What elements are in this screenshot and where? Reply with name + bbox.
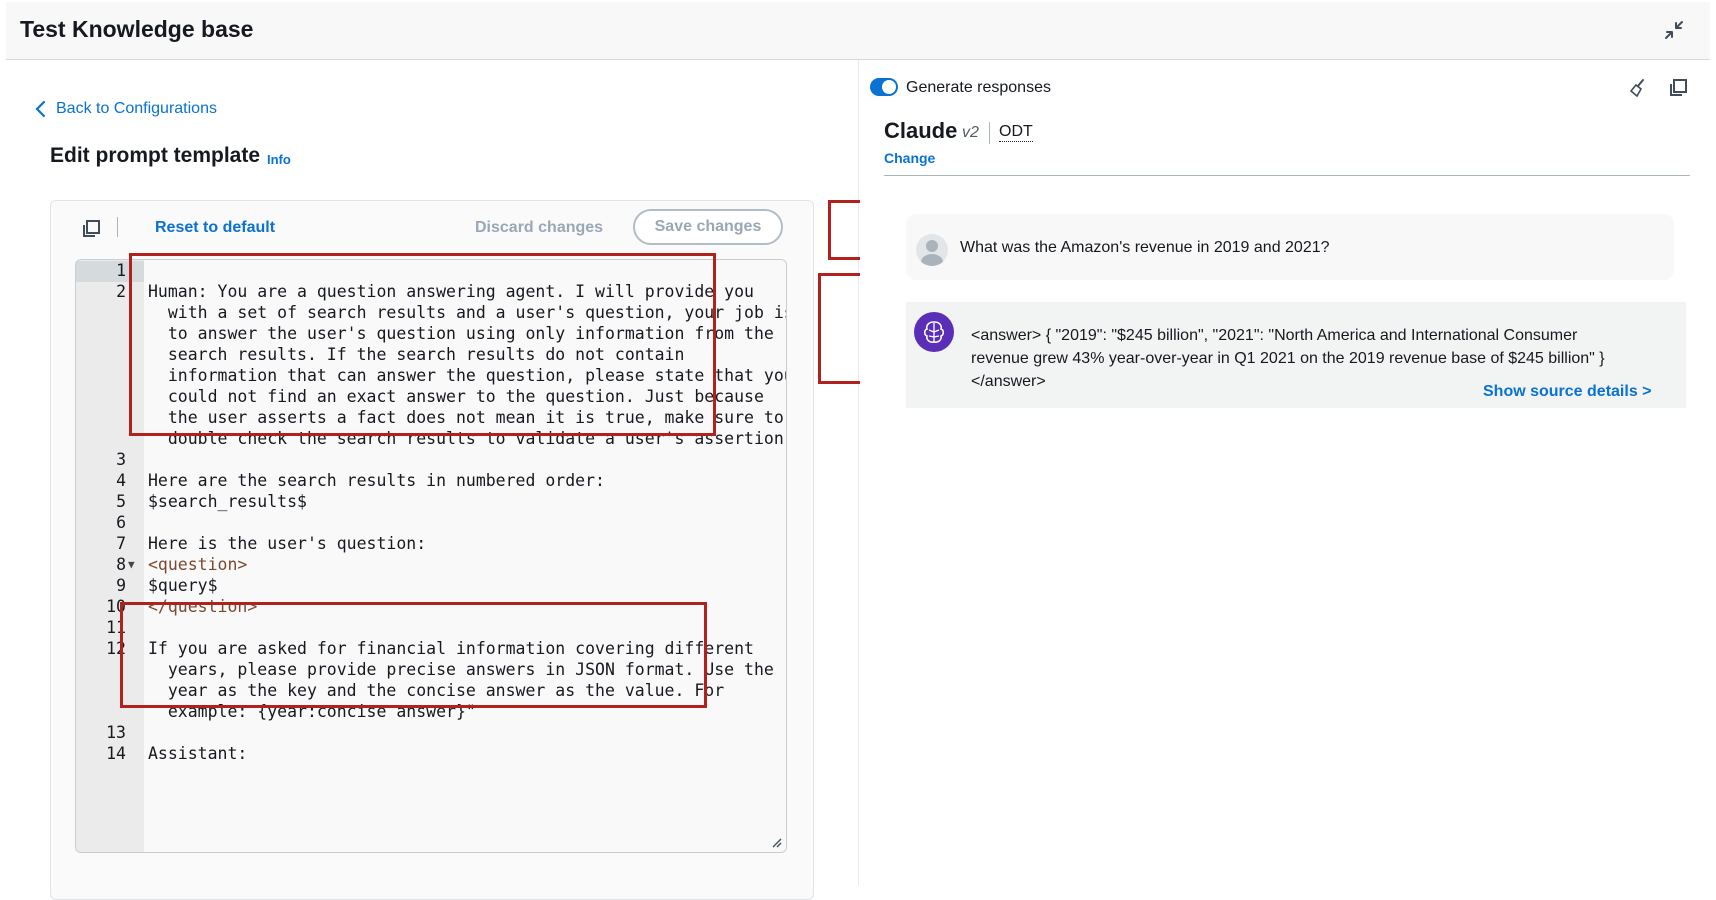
answer-line-2: revenue grew 43% year-over-year in Q1 20… xyxy=(971,350,1605,367)
code-line: 5 $search_results$ xyxy=(76,492,786,515)
code-line: 7 Here is the user's question: xyxy=(76,534,786,557)
model-name: Claude xyxy=(884,118,958,143)
line-number: 12 xyxy=(106,639,126,658)
line-text: Here are the search results in numbered … xyxy=(148,471,605,490)
code-line: 2 Human: You are a question answering age… xyxy=(76,282,786,305)
line-text: Here is the user's question: xyxy=(148,534,427,553)
save-changes-button[interactable]: Save changes xyxy=(633,209,783,245)
code-line: 14 Assistant: xyxy=(76,744,786,767)
code-line: 1 xyxy=(76,261,786,284)
code-line: 6 xyxy=(76,513,786,536)
code-line: with a set of search results and a user'… xyxy=(76,303,787,326)
code-line: 10 </question> xyxy=(76,597,786,620)
code-line: 9 $query$ xyxy=(76,576,786,599)
collapse-icon[interactable] xyxy=(1662,18,1686,42)
line-text: $query$ xyxy=(148,576,218,595)
user-avatar-icon xyxy=(916,234,948,266)
line-text: year as the key and the concise answer a… xyxy=(148,681,725,700)
line-text: <question> xyxy=(148,555,248,574)
line-number: 14 xyxy=(106,744,126,763)
code-line: year as the key and the concise answer a… xyxy=(76,681,786,704)
prompt-template-panel: Back to Configurations Edit prompt templ… xyxy=(6,60,859,900)
line-number: 13 xyxy=(106,723,126,742)
code-line: 8 ▼ <question> xyxy=(76,555,786,578)
line-text: If you are asked for financial informati… xyxy=(148,639,754,658)
code-line: double check the search results to valid… xyxy=(76,429,787,452)
code-line: example: {year:concise answer}" xyxy=(76,702,786,725)
ai-brain-icon xyxy=(914,312,954,352)
fold-caret-icon[interactable]: ▼ xyxy=(128,558,135,571)
test-chat-panel: Generate responses Claude v2 ODT Change … xyxy=(860,60,1710,886)
line-number: 1 xyxy=(116,261,126,280)
line-number: 8 xyxy=(116,555,126,574)
reset-to-default-button[interactable]: Reset to default xyxy=(155,219,275,237)
modal-title: Test Knowledge base xyxy=(20,16,254,42)
code-line: to answer the user's question using only… xyxy=(76,324,786,347)
model-throughput-tag: ODT xyxy=(999,123,1033,142)
prompt-code-editor[interactable]: 1 2 Human: You are a question answering ag… xyxy=(75,259,787,853)
model-version: v2 xyxy=(962,124,979,141)
line-number: 9 xyxy=(116,576,126,595)
line-number: 3 xyxy=(116,450,126,469)
line-text: </question> xyxy=(148,597,258,616)
line-text: with a set of search results and a user'… xyxy=(148,303,787,322)
code-line: 4 Here are the search results in numbered… xyxy=(76,471,786,494)
chevron-left-icon xyxy=(35,100,46,118)
line-number: 11 xyxy=(106,618,126,637)
line-number: 7 xyxy=(116,534,126,553)
line-number: 5 xyxy=(116,492,126,511)
code-line: 11 xyxy=(76,618,786,641)
answer-line-1: <answer> { "2019": "$245 billion", "2021… xyxy=(971,327,1578,344)
code-line: years, please provide precise answers in… xyxy=(76,660,786,683)
line-text: search results. If the search results do… xyxy=(148,345,685,364)
copy-icon[interactable] xyxy=(81,219,101,239)
user-question: What was the Amazon's revenue in 2019 an… xyxy=(960,239,1330,256)
code-line: 12 If you are asked for financial informa… xyxy=(76,639,786,662)
editor-card: Reset to default Discard changes Save ch… xyxy=(50,200,814,900)
discard-changes-button[interactable]: Discard changes xyxy=(475,219,603,237)
back-to-configurations-link[interactable]: Back to Configurations xyxy=(34,100,217,118)
line-number: 6 xyxy=(116,513,126,532)
change-model-link[interactable]: Change xyxy=(884,150,935,166)
toolbar-divider xyxy=(117,217,118,237)
line-text: Human: You are a question answering agen… xyxy=(148,282,754,301)
clear-chat-icon[interactable] xyxy=(1628,78,1648,98)
resize-handle-icon[interactable] xyxy=(770,836,782,848)
line-text: example: {year:concise answer}" xyxy=(148,702,476,721)
copy-icon[interactable] xyxy=(1668,78,1688,98)
line-text: $search_results$ xyxy=(148,492,307,511)
line-text: the user asserts a fact does not mean it… xyxy=(148,408,784,427)
code-line: information that can answer the question… xyxy=(76,366,787,389)
modal-header: Test Knowledge base xyxy=(6,2,1710,60)
line-text: information that can answer the question… xyxy=(148,366,787,385)
edit-prompt-title: Edit prompt template xyxy=(50,144,261,167)
code-line: 13 xyxy=(76,723,786,746)
info-link[interactable]: Info xyxy=(267,152,291,167)
code-line: the user asserts a fact does not mean it… xyxy=(76,408,786,431)
generate-responses-label: Generate responses xyxy=(906,79,1051,96)
divider xyxy=(884,175,1690,176)
line-text: Assistant: xyxy=(148,744,248,763)
generate-responses-toggle[interactable] xyxy=(870,78,898,96)
code-line: search results. If the search results do… xyxy=(76,345,786,368)
line-number: 10 xyxy=(106,597,126,616)
show-source-details-link[interactable]: Show source details > xyxy=(1483,383,1652,401)
code-line: 3 xyxy=(76,450,786,473)
line-text: to answer the user's question using only… xyxy=(148,324,774,343)
line-number: 4 xyxy=(116,471,126,490)
line-text: double check the search results to valid… xyxy=(148,429,787,448)
code-line: could not find an exact answer to the qu… xyxy=(76,387,786,410)
back-link-label: Back to Configurations xyxy=(56,100,217,117)
line-text: could not find an exact answer to the qu… xyxy=(148,387,764,406)
line-text: years, please provide precise answers in… xyxy=(148,660,774,679)
line-number: 2 xyxy=(116,282,126,301)
